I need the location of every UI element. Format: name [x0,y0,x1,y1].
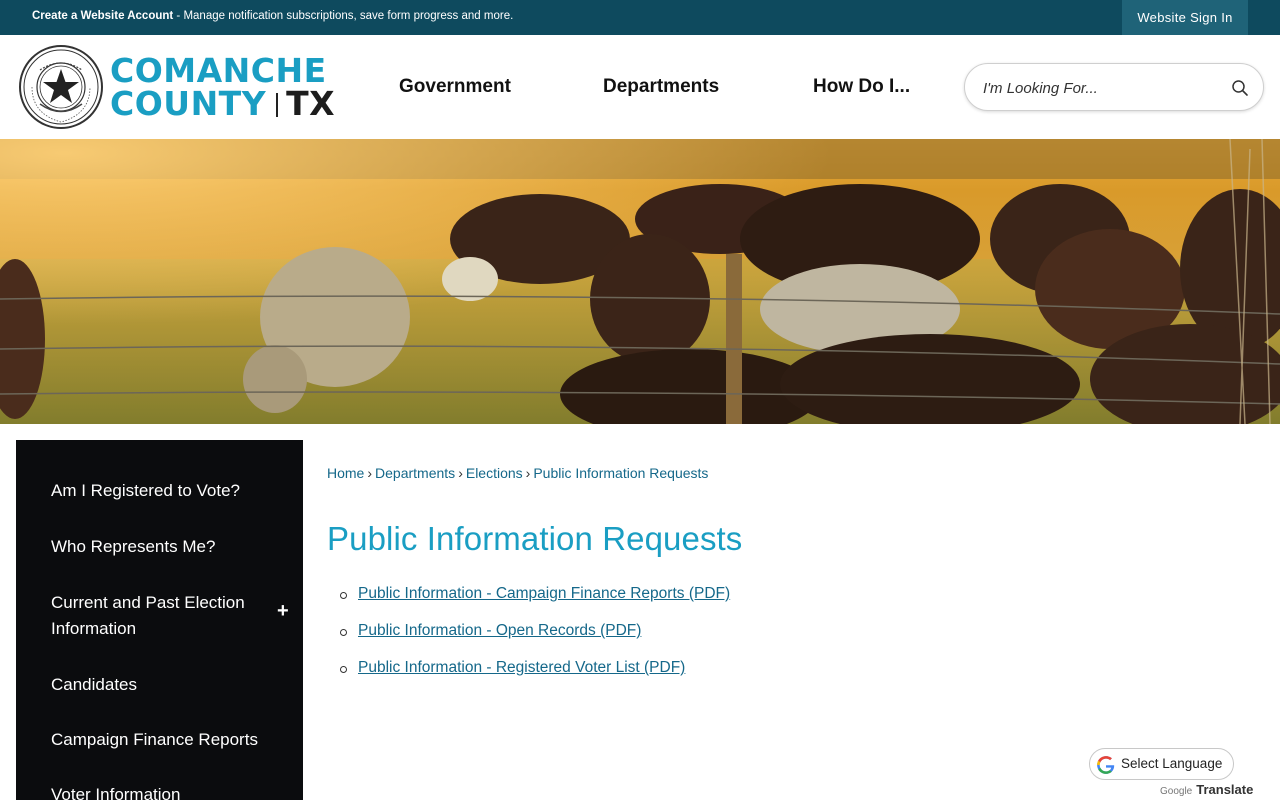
breadcrumb-current-page[interactable]: Public Information Requests [533,465,708,481]
sidebar-item-who-represents-me[interactable]: Who Represents Me? [51,534,261,560]
sidebar-nav: Am I Registered to Vote? Who Represents … [16,440,303,804]
website-sign-in-button[interactable]: Website Sign In [1122,0,1248,35]
sidebar-item-registered-to-vote[interactable]: Am I Registered to Vote? [51,478,261,504]
breadcrumb-separator: › [525,465,531,481]
logo-county: COUNTY [110,84,267,123]
page-title: Public Information Requests [327,520,743,557]
google-g-icon [1097,756,1115,774]
bullet-icon [340,629,347,636]
list-item: Public Information - Open Records (PDF) [340,622,730,659]
breadcrumb-home[interactable]: Home [327,465,364,481]
breadcrumb-departments[interactable]: Departments [375,465,455,481]
hero-banner-image [0,139,1280,424]
sidebar-item-election-information[interactable]: Current and Past Election Information [51,590,261,642]
document-list: Public Information - Campaign Finance Re… [340,585,730,696]
select-language-dropdown[interactable]: Select Language [1089,748,1234,780]
logo-divider [276,93,279,117]
search-input[interactable] [983,76,1213,100]
search-icon[interactable] [1231,79,1249,97]
document-link-campaign-finance[interactable]: Public Information - Campaign Finance Re… [358,585,730,602]
cattle-field-illustration [0,139,1280,424]
logo-state: TX [286,84,336,123]
powered-by-google-translate[interactable]: Google Translate [1160,782,1253,797]
create-account-link[interactable]: Create a Website Account [32,10,173,22]
sidebar-item-candidates[interactable]: Candidates [51,672,261,698]
breadcrumb-separator: › [458,465,463,481]
nav-how-do-i[interactable]: How Do I... [813,76,910,98]
document-link-open-records[interactable]: Public Information - Open Records (PDF) [358,622,641,639]
logo-comanche: COMANCHE [110,51,327,90]
top-bar: Create a Website Account - Manage notifi… [0,0,1280,35]
bullet-icon [340,666,347,673]
logo-county-line: COUNTY TX [110,87,350,120]
translate-wordmark: Translate [1196,782,1254,797]
county-logo[interactable]: COMANCHE COUNTY TX [110,54,350,120]
search-box [964,63,1264,111]
account-description: - Manage notification subscriptions, sav… [173,10,514,22]
county-seal-icon[interactable] [18,44,104,130]
expand-election-info-button[interactable]: + [277,600,289,623]
breadcrumb: Home › Departments › Elections › Public Inform… [327,465,708,481]
nav-government[interactable]: Government [399,76,511,98]
google-wordmark: Google [1160,786,1193,797]
breadcrumb-elections[interactable]: Elections [466,465,523,481]
account-notice: Create a Website Account - Manage notifi… [32,10,513,22]
select-language-label: Select Language [1121,756,1223,771]
list-item: Public Information - Campaign Finance Re… [340,585,730,622]
sidebar-item-campaign-finance[interactable]: Campaign Finance Reports [51,727,261,753]
bullet-icon [340,592,347,599]
site-header: COMANCHE COUNTY TX Government Departments… [0,35,1280,139]
nav-departments[interactable]: Departments [603,76,719,98]
breadcrumb-separator: › [367,465,373,481]
document-link-voter-list[interactable]: Public Information - Registered Voter Li… [358,659,685,676]
sidebar-item-voter-information[interactable]: Voter Information [51,782,261,808]
list-item: Public Information - Registered Voter Li… [340,659,730,696]
